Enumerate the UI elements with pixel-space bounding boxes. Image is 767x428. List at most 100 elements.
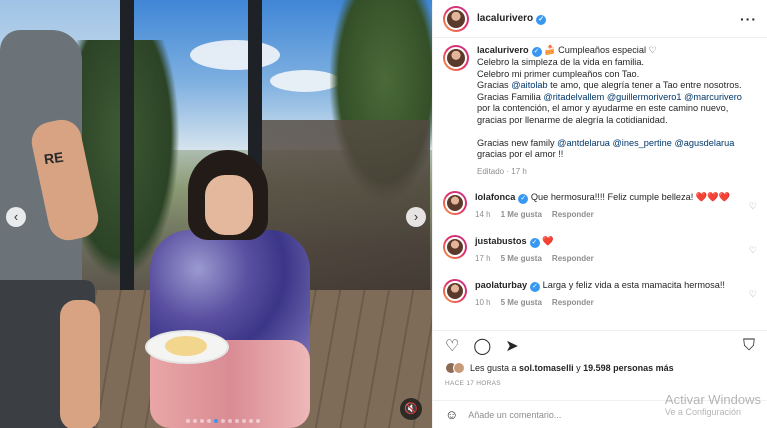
comment-text: Larga y feliz vida a esta mamacita hermo… [542,280,725,290]
comment-meta: 17 h 5 Me gusta Responder [475,253,743,265]
carousel-dot [207,419,211,423]
verified-icon: ✓ [518,194,529,204]
woman-face [205,175,253,235]
comment-username[interactable]: justabustos [475,236,527,246]
caption: lacalurivero ✓ 🍰 Cumpleaños especial ♡ Ce… [433,38,767,177]
man-leg [60,300,100,428]
caption-text: Gracias new family [477,137,558,148]
comment-row: justabustos ✓ ❤️ 17 h5 Me gusta Responder … [433,221,767,265]
caption-text: Gracias Familia [477,91,544,102]
post-media[interactable]: RE ‹ › 🔇 [0,0,432,428]
carousel-dot [249,419,253,423]
likes-joiner: y [573,363,584,373]
reply-button[interactable]: Responder [552,210,594,219]
liker-avatar [453,362,465,374]
avatar[interactable] [443,235,467,259]
like-comment-heart-icon[interactable]: ♡ [749,201,757,212]
carousel-dot [200,419,204,423]
bookmark-icon[interactable]: ⛉ [743,337,755,355]
avatar[interactable] [443,5,469,32]
post-header: lacalurivero ✓ ··· [433,0,767,38]
comment-likes[interactable]: 1 Me gusta [501,210,542,219]
caption-line: 🍰 Cumpleaños especial ♡ [544,45,657,55]
action-bar: ♡ ◯ ➤ ⛉ [433,330,767,360]
comment-row: paolaturbay ✓ Larga y feliz vida a esta m… [433,265,767,309]
avatar[interactable] [443,45,469,71]
carousel-dot [242,419,246,423]
verified-icon: ✓ [530,282,541,292]
comment-time: 14 h [475,210,491,219]
liker-username[interactable]: sol.tomaselli [519,363,574,373]
emoji-icon[interactable]: ☺ [445,407,458,422]
carousel-dot-active [214,419,218,423]
tattoo-text: RE [42,148,65,168]
carousel-indicator [186,419,260,423]
add-comment-bar: ☺ [433,400,767,428]
username-text: lacalurivero [477,12,534,24]
comment-hearts: ❤️❤️❤️ [695,192,731,202]
mention-link[interactable]: @agusdelarua [674,138,734,148]
post-panel: lacalurivero ✓ ··· lacalurivero ✓ 🍰 Cumple… [432,0,767,428]
comment-body: lolafonca ✓ Que hermosura!!!! Feliz cumpl… [475,191,743,221]
window-frame [120,0,134,300]
comment-time: 17 h [475,254,491,263]
next-media-button[interactable]: › [406,207,426,227]
comment-meta: 10 h 5 Me gusta Responder [475,297,743,309]
caption-text: por la contención, el amor y ayudarme en… [477,103,729,125]
cloud [190,40,280,70]
more-options-icon[interactable]: ··· [740,11,757,27]
comment-username[interactable]: lolafonca [475,192,515,202]
mention-link[interactable]: @ines_pertine [612,138,671,148]
carousel-dot [256,419,260,423]
caption-line: Celebro mi primer cumpleaños con Tao. [477,68,640,79]
post-time: HACE 17 HORAS [445,380,501,387]
carousel-dot [228,419,232,423]
edited-label: Editado · 17 h [477,166,527,176]
verified-icon: ✓ [531,47,542,57]
mute-icon[interactable]: 🔇 [400,398,422,420]
comment-likes[interactable]: 5 Me gusta [501,298,542,307]
carousel-dot [186,419,190,423]
like-heart-icon[interactable]: ♡ [445,336,459,356]
comment-icon[interactable]: ◯ [473,336,491,356]
likes-count[interactable]: 19.598 personas más [583,363,674,373]
comment-input[interactable] [468,409,755,420]
likes-prefix: Les gusta a [470,363,520,373]
cake [165,336,207,356]
verified-icon: ✓ [529,238,540,248]
comment-text: Que hermosura!!!! Feliz cumple belleza! [530,192,694,202]
caption-body: lacalurivero ✓ 🍰 Cumpleaños especial ♡ Ce… [477,45,757,177]
comment-body: paolaturbay ✓ Larga y feliz vida a esta m… [475,279,743,309]
carousel-dot [193,419,197,423]
verified-icon: ✓ [536,14,547,25]
comment-username[interactable]: paolaturbay [475,280,527,290]
mention-link[interactable]: @ritadelvallem [543,92,604,102]
reply-button[interactable]: Responder [552,298,594,307]
comment-row: lolafonca ✓ Que hermosura!!!! Feliz cumpl… [433,177,767,221]
comment-hearts: ❤️ [542,236,554,246]
reply-button[interactable]: Responder [552,254,594,263]
comment-likes[interactable]: 5 Me gusta [501,254,542,263]
comment-time: 10 h [475,298,491,307]
carousel-dot [235,419,239,423]
comment-meta: 14 h 1 Me gusta Responder [475,209,743,221]
caption-text: Gracias [477,80,512,90]
mention-link[interactable]: @aitolab [511,80,547,90]
caption-text: gracias por el amor !! [477,149,564,159]
mention-link[interactable]: @guillermorivero1 [607,92,682,102]
likes-text: Les gusta a sol.tomaselli y 19.598 perso… [470,363,674,373]
comments-scroll-area[interactable]: lacalurivero ✓ 🍰 Cumpleaños especial ♡ Ce… [433,38,767,328]
like-comment-heart-icon[interactable]: ♡ [749,289,757,300]
like-comment-heart-icon[interactable]: ♡ [749,245,757,256]
likes-summary: Les gusta a sol.tomaselli y 19.598 perso… [445,362,757,374]
prev-media-button[interactable]: ‹ [6,207,26,227]
avatar[interactable] [443,191,467,215]
username-link[interactable]: lacalurivero ✓ [477,12,547,25]
mention-link[interactable]: @marcurivero [684,92,742,102]
mention-link[interactable]: @antdelarua [557,138,610,148]
share-icon[interactable]: ➤ [505,336,518,356]
carousel-dot [221,419,225,423]
avatar[interactable] [443,279,467,303]
comment-body: justabustos ✓ ❤️ 17 h 5 Me gusta Responder [475,235,743,265]
caption-username[interactable]: lacalurivero [477,45,529,55]
